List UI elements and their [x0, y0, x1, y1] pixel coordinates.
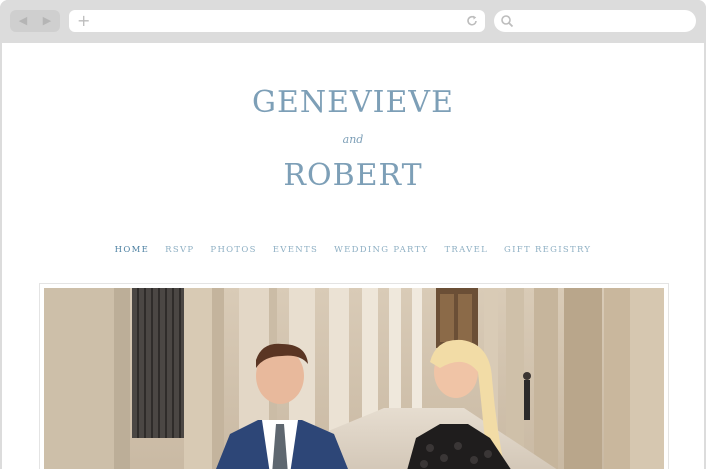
nav-photos[interactable]: PHOTOS	[210, 245, 256, 255]
nav-travel[interactable]: TRAVEL	[444, 245, 488, 255]
search-icon	[501, 15, 514, 28]
nav-wedding-party[interactable]: WEDDING PARTY	[334, 245, 428, 255]
address-bar[interactable]: +	[69, 10, 485, 32]
couple-name-first: GENEVIEVE	[252, 85, 454, 120]
hero-photo	[44, 288, 664, 469]
back-arrow-icon[interactable]: ◀	[16, 14, 30, 28]
nav-home[interactable]: HOME	[115, 245, 150, 255]
site-navigation: HOME RSVP PHOTOS EVENTS WEDDING PARTY TR…	[2, 245, 704, 255]
browser-toolbar: ◀ ▶ +	[0, 0, 706, 43]
nav-events[interactable]: EVENTS	[273, 245, 318, 255]
nav-rsvp[interactable]: RSVP	[165, 245, 194, 255]
hero-photo-frame	[39, 283, 669, 469]
history-buttons: ◀ ▶	[10, 10, 60, 32]
couple-name-second: ROBERT	[283, 158, 423, 193]
web-page: GENEVIEVE and ROBERT HOME RSVP PHOTOS EV…	[2, 43, 704, 469]
plus-icon[interactable]: +	[77, 12, 90, 30]
nav-gift-registry[interactable]: GIFT REGISTRY	[504, 245, 591, 255]
forward-arrow-icon[interactable]: ▶	[40, 14, 54, 28]
couple-connector: and	[342, 133, 364, 146]
browser-search-field[interactable]	[494, 10, 696, 32]
reload-icon[interactable]	[465, 14, 479, 28]
